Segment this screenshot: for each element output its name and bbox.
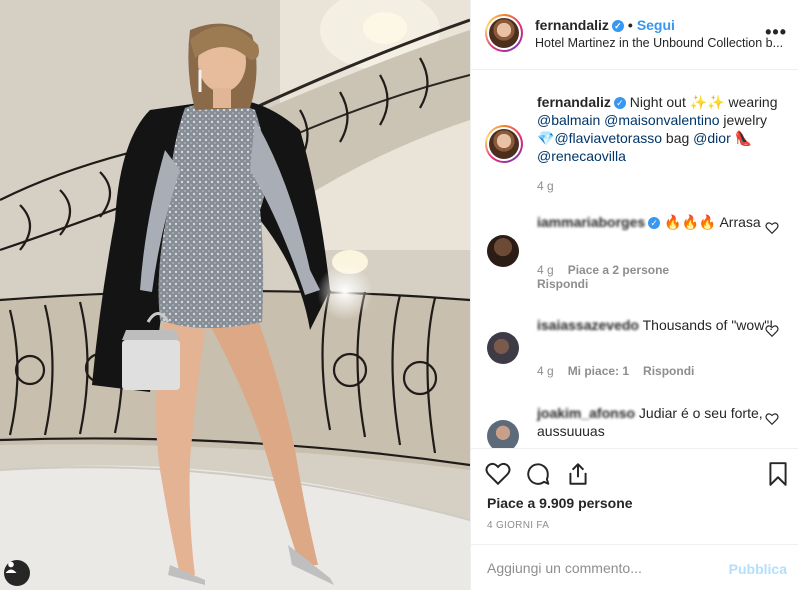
comment-likes-link[interactable]: Mi piace: 1 xyxy=(568,364,629,378)
comment-composer: Pubblica xyxy=(471,544,798,590)
commenter-avatar[interactable] xyxy=(487,235,519,267)
comment-like-heart-icon[interactable] xyxy=(765,324,779,338)
comment-like-heart-icon[interactable] xyxy=(765,221,779,235)
separator-dot: • xyxy=(627,17,633,33)
comment-reply-button[interactable]: Rispondi xyxy=(537,277,588,291)
comment-age: 4 g xyxy=(537,263,554,277)
commenter-avatar[interactable] xyxy=(487,420,519,448)
caption-username[interactable]: fernandaliz xyxy=(537,94,611,110)
verified-badge-icon: ✓ xyxy=(648,217,661,229)
mention-link[interactable]: @dior xyxy=(693,130,731,146)
commenter-username[interactable]: isaiassazevedo xyxy=(537,317,639,333)
caption-author-avatar[interactable] xyxy=(485,125,523,163)
comment-likes-link[interactable]: Piace a 2 persone xyxy=(568,263,669,277)
follow-button[interactable]: Segui xyxy=(637,17,675,33)
comment-text: iammariaborges ✓ 🔥🔥🔥 Arrasa xyxy=(537,213,787,231)
comment-like-heart-icon[interactable] xyxy=(765,412,779,426)
more-options-icon[interactable]: ••• xyxy=(765,22,787,43)
author-avatar[interactable] xyxy=(485,14,523,52)
verified-badge-icon: ✓ xyxy=(611,20,624,32)
location-link[interactable]: Hotel Martinez in the Unbound Collection… xyxy=(535,36,791,50)
post-header: fernandaliz ✓ • Segui Hotel Martinez in the… xyxy=(471,0,798,70)
post-side-panel: fernandaliz ✓ • Segui Hotel Martinez in the… xyxy=(470,0,798,590)
author-line: fernandaliz ✓ • Segui xyxy=(535,17,675,33)
comment-body: 🔥🔥🔥 Arrasa xyxy=(660,214,761,230)
comment-age: 4 g xyxy=(537,364,554,378)
user-icon xyxy=(5,561,17,573)
comment-meta: 4 g Mi piace: 1 Rispondi xyxy=(537,364,708,378)
caption-text: fernandaliz ✓ Night out ✨✨ wearing @balma… xyxy=(537,93,787,165)
comment-input[interactable] xyxy=(487,557,717,579)
publish-button[interactable]: Pubblica xyxy=(729,561,787,577)
likes-count[interactable]: Piace a 9.909 persone xyxy=(487,495,633,511)
commenter-avatar[interactable] xyxy=(487,332,519,364)
mention-link[interactable]: @renecaovilla xyxy=(537,148,626,164)
post-photo[interactable] xyxy=(0,0,470,590)
commenter-username[interactable]: joakim_afonso xyxy=(537,405,635,421)
verified-badge-icon: ✓ xyxy=(613,97,626,109)
post-timestamp: 4 GIORNI FA xyxy=(487,520,550,531)
author-username[interactable]: fernandaliz xyxy=(535,17,609,33)
post-actions: Piace a 9.909 persone 4 GIORNI FA xyxy=(471,448,798,544)
heart-icon[interactable] xyxy=(485,461,511,487)
post-photo-illustration xyxy=(0,0,470,590)
caption-segment: bag xyxy=(662,130,694,146)
comment-body: Thousands of "wow"! xyxy=(638,317,774,333)
comment-text: joakim_afonso Judiar é o seu forte, auss… xyxy=(537,404,787,440)
tagged-users-button[interactable] xyxy=(4,560,30,586)
bookmark-icon[interactable] xyxy=(765,461,791,487)
mention-link[interactable]: @balmain xyxy=(537,112,600,128)
comment-meta-reply: Rispondi xyxy=(537,277,602,291)
mention-link[interactable]: @maisonvalentino xyxy=(604,112,719,128)
comments-list[interactable]: fernandaliz ✓ Night out ✨✨ wearing @balma… xyxy=(471,71,798,448)
comment-meta: 4 g Piace a 2 persone xyxy=(537,263,683,277)
caption-segment: Night out ✨✨ wearing xyxy=(625,94,778,110)
share-icon[interactable] xyxy=(565,461,591,487)
comment-reply-button[interactable]: Rispondi xyxy=(643,364,694,378)
caption-age: 4 g xyxy=(537,179,554,193)
comment-text: isaiassazevedo Thousands of "wow"! xyxy=(537,316,787,334)
comment-bubble-icon[interactable] xyxy=(525,461,551,487)
commenter-username[interactable]: iammariaborges xyxy=(537,214,645,230)
mention-link[interactable]: @flaviavetorasso xyxy=(554,130,662,146)
caption-meta: 4 g xyxy=(537,179,568,193)
caption-segment: 👠 xyxy=(730,130,753,146)
